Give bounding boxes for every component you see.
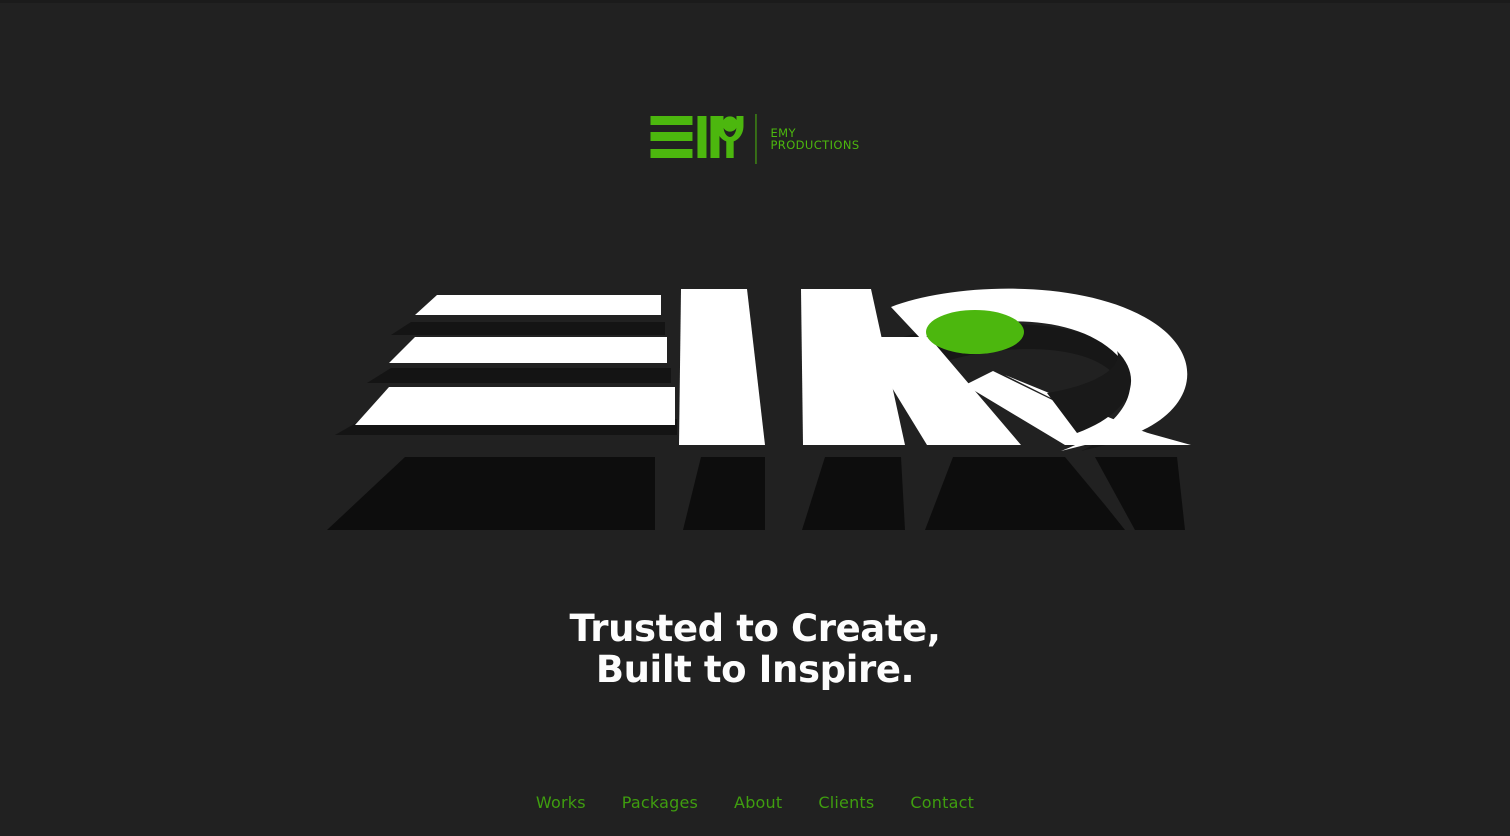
main-nav: Works Packages About Clients Contact (0, 793, 1510, 812)
emy-logo-mark-icon (650, 115, 744, 163)
nav-item-works[interactable]: Works (536, 793, 586, 812)
nav-item-contact[interactable]: Contact (910, 793, 974, 812)
nav-item-clients[interactable]: Clients (818, 793, 874, 812)
nav-item-packages[interactable]: Packages (622, 793, 698, 812)
top-edge-strip (0, 0, 1510, 3)
brand-lockup[interactable]: EMY PRODUCTIONS (650, 114, 859, 164)
brand-name-line-2: PRODUCTIONS (770, 138, 860, 152)
headline-line-1: Trusted to Create, (569, 607, 941, 650)
hero-logo-artwork (305, 275, 1205, 565)
brand-divider (755, 114, 757, 164)
headline-line-2: Built to Inspire. (595, 648, 915, 692)
nav-item-about[interactable]: About (734, 793, 782, 812)
landing-page: EMY PRODUCTIONS Trusted to Create, Built… (0, 0, 1510, 836)
brand-text: EMY PRODUCTIONS (770, 127, 859, 151)
hero-headline: Trusted to Create, Built to Inspire. (0, 608, 1510, 691)
